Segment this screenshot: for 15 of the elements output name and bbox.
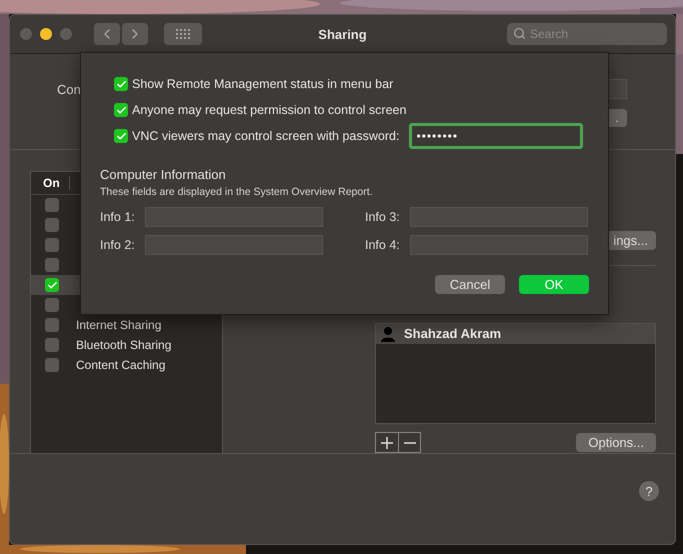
section-note: These fields are displayed in the System Overview Report.	[100, 186, 374, 198]
service-name: Internet Sharing	[76, 318, 162, 332]
service-name: Bluetooth Sharing	[76, 338, 172, 352]
field-label: Info 1:	[100, 210, 135, 224]
window-title: Sharing	[318, 26, 367, 42]
service-name: Content Caching	[76, 358, 166, 372]
option-label: Show Remote Management status in menu bar	[132, 77, 394, 91]
field-label: Info 3:	[365, 210, 400, 224]
field-label: Info 4:	[365, 238, 400, 252]
option-label: VNC viewers may control screen with password:	[132, 129, 400, 143]
section-title: Computer Information	[100, 167, 227, 182]
user-name: Shahzad Akram	[404, 326, 502, 342]
option-label: Anyone may request permission to control screen	[132, 103, 406, 117]
field-label: Con	[57, 82, 81, 96]
field-label: Info 2:	[100, 238, 135, 252]
